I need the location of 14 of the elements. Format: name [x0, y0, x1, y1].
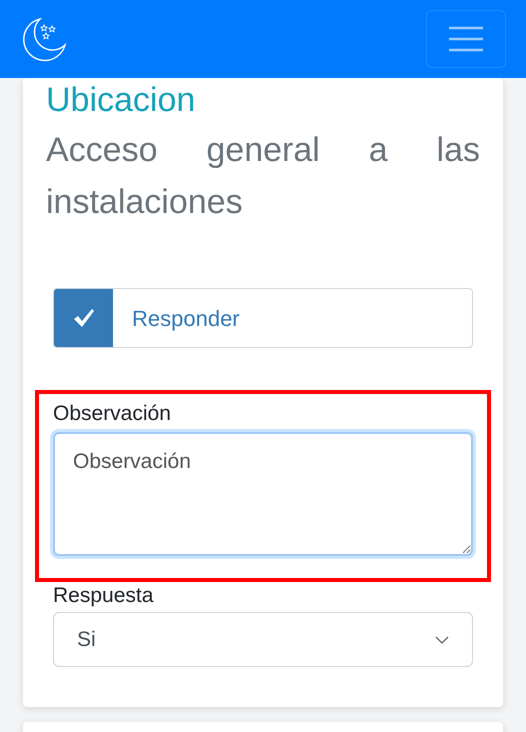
chevron-down-icon	[435, 636, 449, 644]
check-icon	[72, 308, 94, 328]
menu-button[interactable]	[426, 10, 506, 68]
responder-checkbox[interactable]: Responder	[53, 288, 473, 348]
moon-stars-logo-icon[interactable]	[20, 15, 68, 63]
answer-select[interactable]: Si	[53, 612, 473, 667]
field-label: Respuesta	[53, 583, 154, 609]
card-title: Ubicacion	[45, 80, 196, 120]
menu-icon	[448, 25, 484, 53]
checkbox[interactable]	[54, 289, 113, 347]
checkbox-label: Responder	[132, 304, 240, 333]
description-text: Acceso general a las instalaciones	[45, 130, 481, 223]
field-label: Observación	[53, 401, 172, 427]
observation-field[interactable]: Observación	[53, 432, 473, 556]
